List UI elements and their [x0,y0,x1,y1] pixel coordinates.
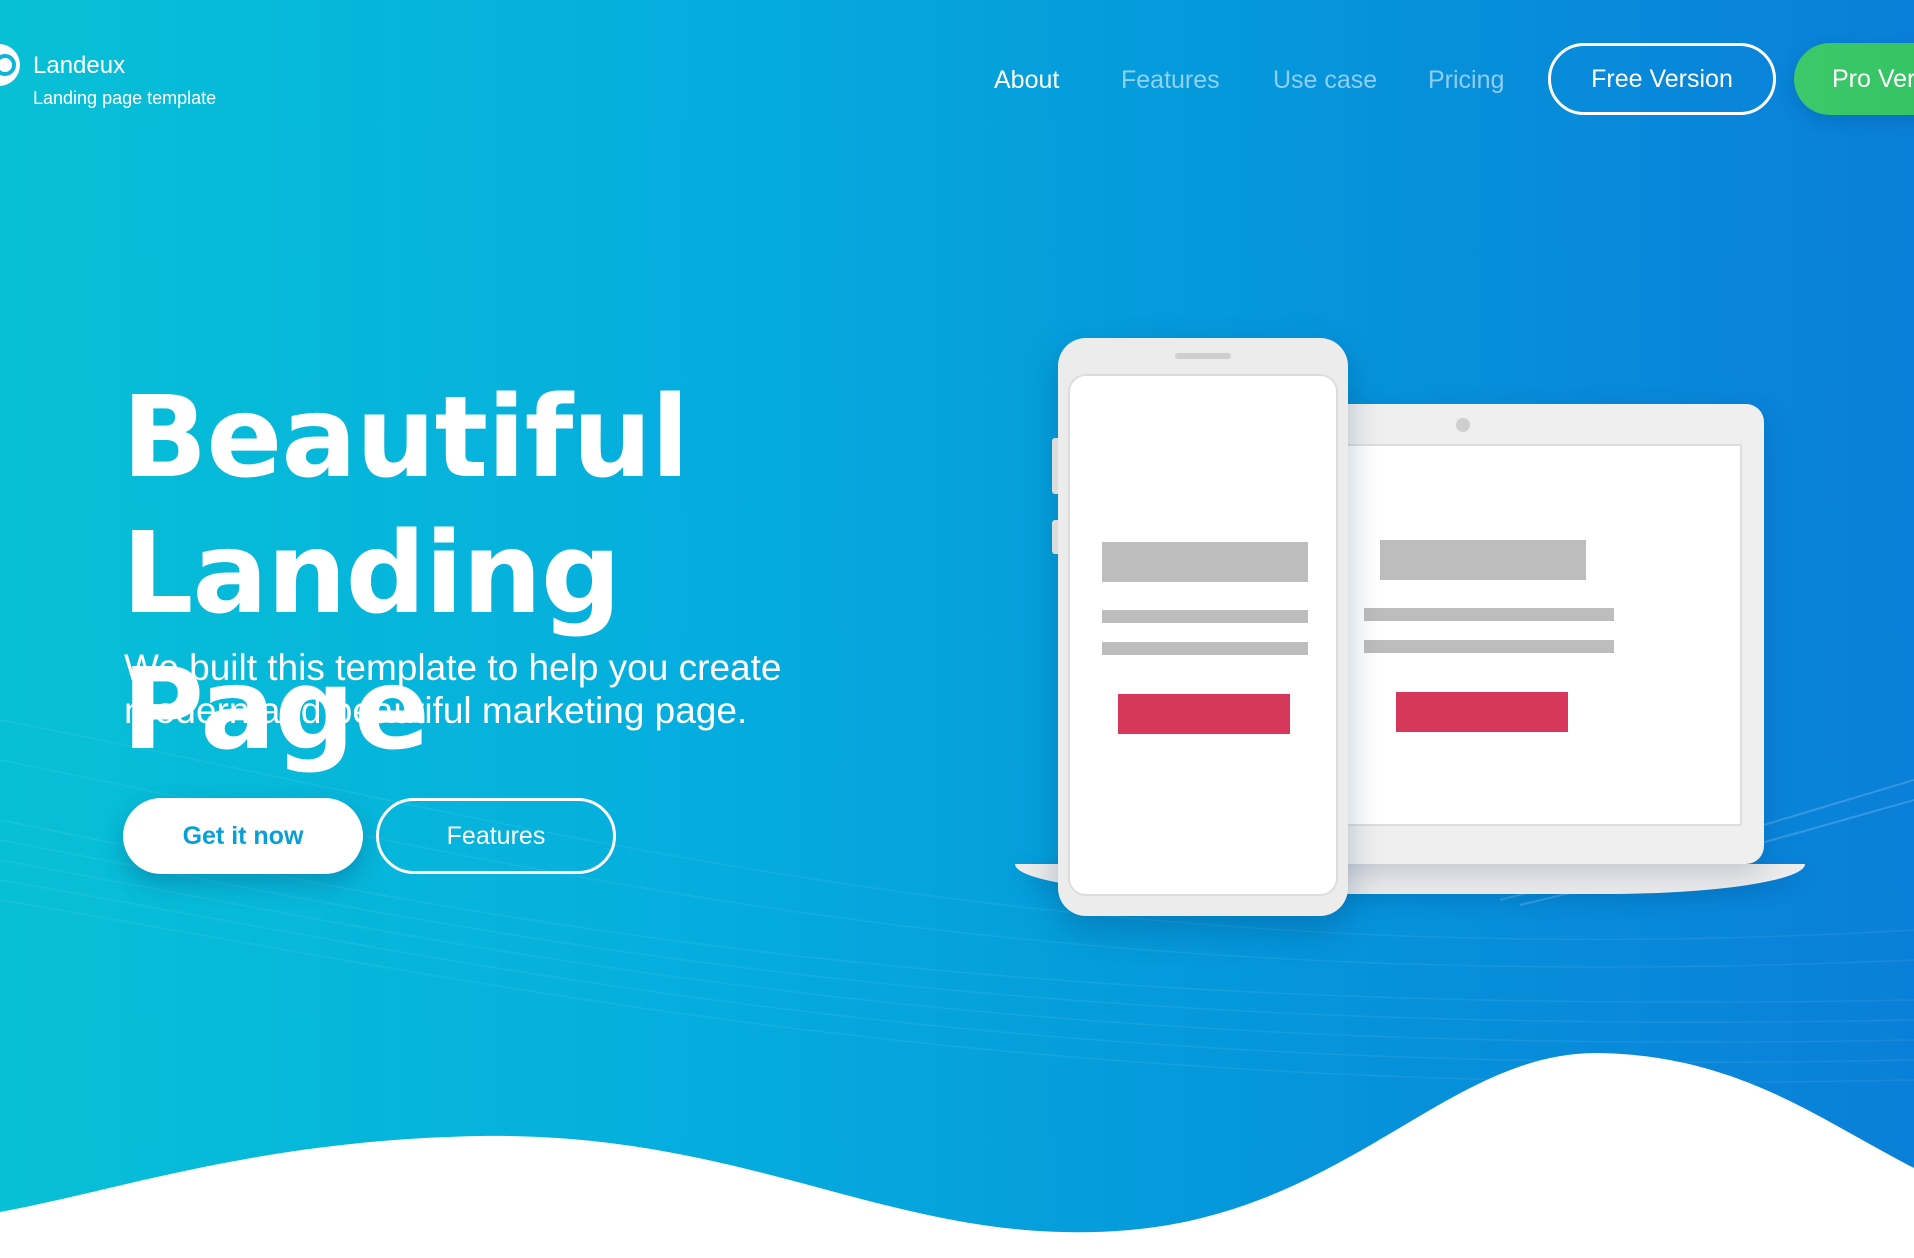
hero-subtitle-line-1: We built this template to help you creat… [124,647,782,688]
laptop-mock-cta [1396,692,1568,732]
laptop-camera-icon [1456,418,1470,432]
laptop-mockup-illustration [1320,404,1764,864]
nav-item-about[interactable]: About [994,66,1059,98]
phone-mockup-illustration [1052,338,1348,916]
nav-item-pricing[interactable]: Pricing [1428,66,1504,98]
logo-icon[interactable] [0,44,20,86]
laptop-mock-heading [1380,540,1586,580]
laptop-mock-line [1364,640,1614,653]
phone-screen [1068,374,1338,896]
brand[interactable]: Landeux Landing page template [33,52,216,110]
pro-version-button[interactable]: Pro Version [1794,43,1914,115]
phone-mock-line [1102,642,1308,655]
hero-title-line-1: Beautiful [122,373,689,503]
phone-side-button [1052,520,1058,554]
nav-item-features[interactable]: Features [1121,66,1220,98]
phone-speaker-icon [1175,353,1231,359]
nav-item-use-case[interactable]: Use case [1273,66,1377,98]
laptop-mock-line [1364,608,1614,621]
logo-ring-icon [0,54,16,76]
phone-side-button [1052,438,1058,494]
free-version-button[interactable]: Free Version [1548,43,1776,115]
laptop-screen [1334,444,1742,826]
phone-mock-heading [1102,542,1308,582]
phone-mock-cta [1118,694,1290,734]
hero-subtitle: We built this template to help you creat… [124,646,904,732]
brand-name: Landeux [33,52,126,79]
hero-subtitle-line-2: modern and beautiful marketing page. [124,690,748,731]
brand-tagline: Landing page template [33,88,217,108]
get-it-now-button[interactable]: Get it now [123,798,363,874]
phone-mock-line [1102,610,1308,623]
landing-page: Landeux Landing page template About Feat… [0,0,1914,1258]
hero-title-line-2: Landing Page [122,509,621,775]
features-button[interactable]: Features [376,798,616,874]
